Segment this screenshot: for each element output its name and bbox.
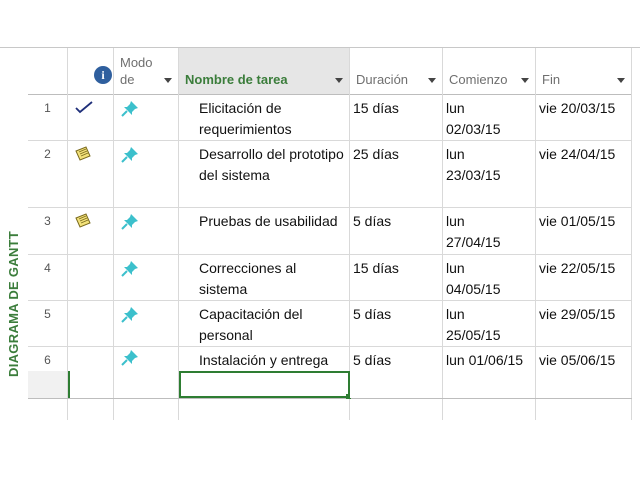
start-cell[interactable]: lun 23/03/15 [443, 140, 536, 207]
task-mode-cell[interactable] [114, 94, 179, 140]
start-cell[interactable] [443, 399, 536, 420]
task-name-cell[interactable]: Elicitación de requerimientos [179, 94, 350, 140]
start-cell[interactable]: lun 27/04/15 [443, 207, 536, 254]
task-sheet: i Modo de Nombre de tarea Duración Comie… [28, 48, 632, 420]
task-name-cell[interactable]: Capacitación del personal [179, 300, 350, 346]
finish-cell[interactable]: vie 05/06/15 [536, 346, 632, 371]
task-mode-cell[interactable] [114, 346, 179, 371]
table-row[interactable]: 4 Correcciones al sistema 15 días lun 04… [28, 254, 632, 301]
table-row[interactable]: 6 Instalación y entrega 5 días lun 01/06… [28, 346, 632, 372]
header-start-label: Comienzo [449, 72, 508, 87]
start-cell[interactable]: lun 02/03/15 [443, 94, 536, 140]
row-number[interactable]: 3 [28, 207, 68, 254]
finish-cell[interactable]: vie 29/05/15 [536, 300, 632, 346]
indicator-cell [68, 207, 114, 254]
pin-icon [121, 147, 138, 163]
chevron-down-icon[interactable] [428, 78, 436, 83]
task-mode-cell[interactable] [114, 300, 179, 346]
task-name-cell[interactable]: Desarrollo del prototipo del sistema [179, 140, 350, 207]
header-row-number[interactable] [28, 48, 68, 94]
header-indicators[interactable]: i [68, 48, 114, 94]
header-task-mode[interactable]: Modo de [114, 48, 179, 94]
pin-icon [121, 307, 138, 323]
chevron-down-icon[interactable] [617, 78, 625, 83]
finish-cell[interactable] [536, 371, 632, 398]
view-label: DIAGRAMA DE GANTT [6, 230, 21, 377]
row-number[interactable]: 1 [28, 94, 68, 140]
chevron-down-icon[interactable] [521, 78, 529, 83]
task-name-cell[interactable] [179, 399, 350, 420]
task-name-cell[interactable]: Pruebas de usabilidad [179, 207, 350, 254]
header-start[interactable]: Comienzo [443, 48, 536, 94]
duration-cell[interactable]: 5 días [350, 207, 443, 254]
chevron-down-icon[interactable] [164, 78, 172, 83]
start-cell[interactable]: lun 01/06/15 [443, 346, 536, 371]
duration-cell[interactable] [350, 399, 443, 420]
finish-cell[interactable] [536, 399, 632, 420]
task-name-input[interactable] [179, 371, 351, 399]
note-icon [75, 146, 91, 161]
finish-cell[interactable]: vie 20/03/15 [536, 94, 632, 140]
task-name-cell[interactable]: Correcciones al sistema [179, 254, 350, 300]
indicator-cell[interactable] [68, 399, 114, 420]
indicator-cell [68, 346, 114, 371]
task-name-cell[interactable]: Instalación y entrega [179, 346, 350, 371]
duration-cell[interactable] [350, 371, 443, 398]
start-cell[interactable]: lun 04/05/15 [443, 254, 536, 300]
blank-row[interactable] [28, 399, 632, 420]
duration-cell[interactable]: 15 días [350, 94, 443, 140]
finish-cell[interactable]: vie 01/05/15 [536, 207, 632, 254]
check-icon [75, 101, 93, 114]
indicator-cell[interactable] [68, 371, 114, 398]
header-finish[interactable]: Fin [536, 48, 632, 94]
task-mode-cell[interactable] [114, 399, 179, 420]
header-duration[interactable]: Duración [350, 48, 443, 94]
table-row[interactable]: 3 Pruebas de usabilidad 5 días lun 27/04… [28, 207, 632, 255]
table-row[interactable]: 2 Desarrollo del prototipo del sistema 2… [28, 140, 632, 208]
table-row[interactable]: 1 Elicitación de requerimientos 15 días … [28, 94, 632, 141]
indicator-cell [68, 300, 114, 346]
task-mode-cell[interactable] [114, 254, 179, 300]
duration-cell[interactable]: 5 días [350, 300, 443, 346]
duration-cell[interactable]: 25 días [350, 140, 443, 207]
duration-cell[interactable]: 5 días [350, 346, 443, 371]
pin-icon [121, 214, 138, 230]
indicator-cell [68, 140, 114, 207]
start-cell[interactable] [443, 371, 536, 398]
header-duration-label: Duración [356, 72, 409, 87]
indicator-cell [68, 94, 114, 140]
duration-cell[interactable]: 15 días [350, 254, 443, 300]
finish-cell[interactable]: vie 22/05/15 [536, 254, 632, 300]
column-header-row: i Modo de Nombre de tarea Duración Comie… [28, 48, 632, 95]
pin-icon [121, 101, 138, 117]
new-task-row[interactable] [28, 371, 632, 399]
header-finish-label: Fin [542, 72, 561, 87]
row-number[interactable] [28, 399, 68, 420]
indicator-cell [68, 254, 114, 300]
header-task-name-label: Nombre de tarea [185, 72, 288, 87]
start-cell[interactable]: lun 25/05/15 [443, 300, 536, 346]
pin-icon [121, 261, 138, 277]
row-number[interactable]: 6 [28, 346, 68, 371]
task-mode-cell[interactable] [114, 140, 179, 207]
pin-icon [121, 350, 138, 366]
note-icon [75, 213, 91, 228]
row-number[interactable] [28, 371, 68, 398]
chevron-down-icon[interactable] [335, 78, 343, 83]
task-mode-cell[interactable] [114, 207, 179, 254]
row-number[interactable]: 2 [28, 140, 68, 207]
header-task-mode-label: Modo de [120, 55, 153, 87]
finish-cell[interactable]: vie 24/04/15 [536, 140, 632, 207]
task-mode-cell[interactable] [114, 371, 179, 398]
row-number[interactable]: 4 [28, 254, 68, 300]
table-row[interactable]: 5 Capacitación del personal 5 días lun 2… [28, 300, 632, 347]
info-icon: i [94, 66, 112, 84]
row-number[interactable]: 5 [28, 300, 68, 346]
header-task-name[interactable]: Nombre de tarea [179, 48, 350, 94]
